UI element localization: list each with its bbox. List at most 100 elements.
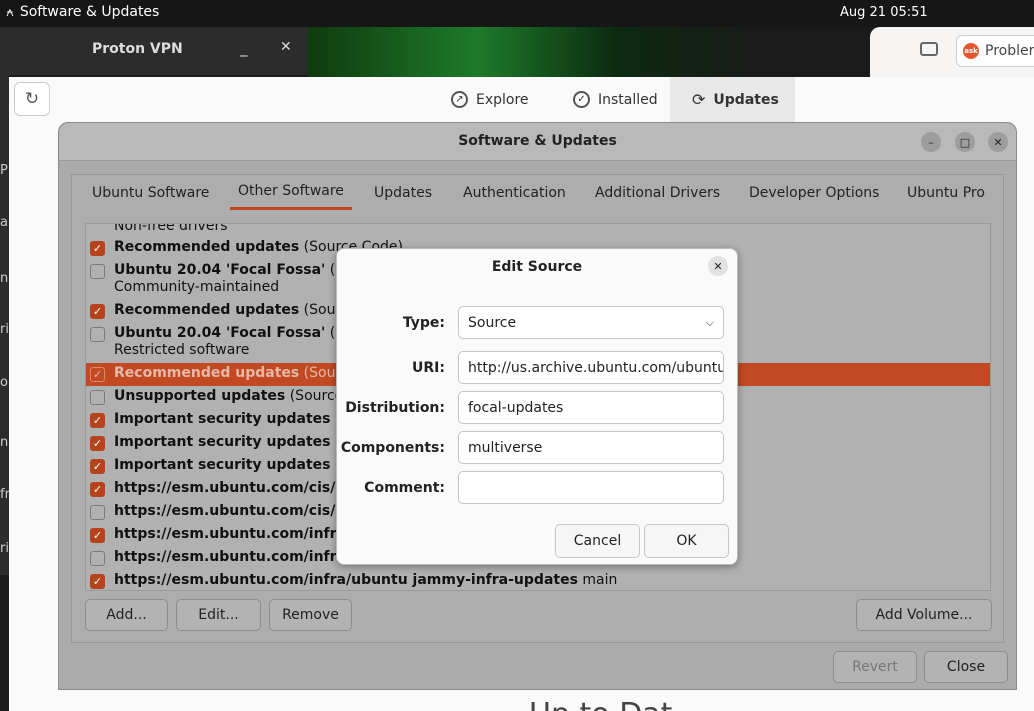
clock[interactable]: Aug 21 05:51 — [840, 5, 928, 20]
browser-tab-label: Probler — [985, 43, 1034, 59]
tab-installed-label: Installed — [598, 91, 658, 108]
source-detail: Non-free drivers — [114, 223, 228, 234]
source-checkbox[interactable] — [90, 551, 105, 566]
comment-field[interactable] — [458, 471, 724, 504]
source-name: https://esm.ubuntu.com/infra/u — [114, 549, 362, 565]
tab-explore[interactable]: ↗ Explore — [429, 77, 551, 122]
source-subtitle: Restricted software — [114, 342, 250, 358]
list-item-text: https://esm.ubuntu.com/cis/ubu — [114, 480, 365, 496]
tab-ubuntu-software[interactable]: Ubuntu Software — [84, 175, 217, 210]
add-volume-button[interactable]: Add Volume... — [856, 599, 992, 631]
source-checkbox[interactable] — [90, 264, 105, 279]
minimize-button[interactable]: – — [921, 132, 941, 152]
source-name: Important security updates — [114, 434, 331, 450]
archive-icon[interactable] — [920, 42, 938, 56]
source-checkbox[interactable]: ✓ — [90, 367, 105, 382]
list-item-text: https://esm.ubuntu.com/cis/ubu — [114, 503, 365, 519]
list-item[interactable]: ✓ https://esm.ubuntu.com/infra/ubuntu jam… — [86, 570, 990, 590]
distribution-field[interactable]: focal-updates — [458, 391, 724, 424]
source-checkbox[interactable]: ✓ — [90, 574, 105, 589]
edit-source-dialog: Edit Source ✕ Type: Source ⌵ URI: http:/… — [336, 248, 738, 565]
edit-button[interactable]: Edit... — [176, 599, 261, 631]
type-value: Source — [468, 314, 517, 331]
dialog-header: Software & Updates – □ ✕ — [59, 123, 1016, 161]
list-item-text: Important security updates (Sou — [114, 457, 367, 473]
app-title: Software & Updates — [19, 4, 160, 20]
tab-other-software[interactable]: Other Software — [230, 175, 352, 210]
close-edit-button[interactable]: ✕ — [708, 256, 728, 276]
refresh-icon: ↻ — [24, 89, 40, 109]
ask-ubuntu-icon: ask — [963, 43, 979, 59]
list-item-text: https://esm.ubuntu.com/infra/ubuntu jamm… — [114, 572, 617, 588]
check-circle-icon: ✓ — [573, 91, 590, 108]
close-icon: ✕ — [993, 135, 1003, 149]
app-menu[interactable]: ⍲ Software & Updates — [6, 4, 159, 20]
tab-ubuntu-pro[interactable]: Ubuntu Pro — [899, 175, 993, 210]
tab-developer-options[interactable]: Developer Options — [741, 175, 887, 210]
ok-button[interactable]: OK — [644, 524, 729, 558]
source-checkbox[interactable] — [90, 505, 105, 520]
source-checkbox[interactable] — [90, 327, 105, 342]
close-icon[interactable]: ✕ — [280, 39, 292, 55]
comment-label: Comment: — [364, 480, 445, 496]
maximize-button[interactable]: □ — [955, 132, 975, 152]
minimize-icon[interactable]: _ — [240, 39, 248, 57]
source-name: Recommended updates — [114, 365, 300, 381]
background-text: ri — [0, 541, 9, 556]
uri-label: URI: — [412, 360, 445, 376]
list-item-text: Important security updates (Sou — [114, 434, 367, 450]
top-bar: ⍲ Software & Updates Aug 21 05:51 — [0, 0, 1034, 27]
chevron-down-icon: ⌵ — [705, 315, 714, 329]
source-checkbox[interactable]: ✓ — [90, 413, 105, 428]
cancel-button[interactable]: Cancel — [555, 524, 640, 558]
vpn-title: Proton VPN — [92, 41, 183, 57]
refresh-button[interactable]: ↻ — [14, 82, 50, 116]
close-icon: ✕ — [713, 259, 723, 273]
tab-additional-drivers[interactable]: Additional Drivers — [587, 175, 728, 210]
source-checkbox[interactable] — [90, 390, 105, 405]
list-item-text: Recommended updates (Source C — [114, 365, 371, 381]
type-dropdown[interactable]: Source ⌵ — [458, 306, 724, 339]
tab-updates[interactable]: ⟳ Updates — [670, 77, 795, 122]
dialog-title: Software & Updates — [458, 133, 617, 149]
source-name: Recommended updates — [114, 239, 300, 255]
source-subtitle: Community-maintained — [114, 279, 280, 295]
source-checkbox[interactable]: ✓ — [90, 304, 105, 319]
tab-updates-label: Updates — [713, 91, 779, 108]
revert-button[interactable]: Revert — [833, 651, 917, 683]
source-name: Ubuntu 20.04 'Focal Fossa' — [114, 325, 326, 341]
close-button[interactable]: ✕ — [988, 132, 1008, 152]
list-item-text: Recommended updates (Source C — [114, 302, 371, 318]
source-checkbox[interactable]: ✓ — [90, 459, 105, 474]
tab-authentication[interactable]: Authentication — [455, 175, 574, 210]
list-item-text: Important security updates (Sou — [114, 411, 367, 427]
compass-icon: ↗ — [451, 91, 468, 108]
desktop-background — [308, 27, 870, 77]
type-label: Type: — [402, 315, 445, 331]
components-field[interactable]: multiverse — [458, 431, 724, 464]
source-checkbox[interactable]: ✓ — [90, 528, 105, 543]
list-item-text: Ubuntu 20.04 'Focal Fossa' (Sour — [114, 325, 367, 341]
source-name: Recommended updates — [114, 302, 300, 318]
proton-vpn-window: Proton VPN _ ✕ — [0, 27, 308, 75]
background-text: n — [0, 435, 9, 450]
background-text: a — [0, 215, 8, 230]
source-name: https://esm.ubuntu.com/infra/u — [114, 526, 362, 542]
browser-tab[interactable]: ask Probler — [956, 35, 1034, 67]
tab-explore-label: Explore — [476, 91, 529, 108]
tab-installed[interactable]: ✓ Installed — [551, 77, 680, 122]
tab-updates[interactable]: Updates — [366, 175, 440, 210]
close-dialog-button[interactable]: Close — [924, 651, 1008, 683]
list-item-text: https://esm.ubuntu.com/infra/u — [114, 526, 361, 542]
list-item-text: https://esm.ubuntu.com/infra/u — [114, 549, 361, 565]
add-button[interactable]: Add... — [85, 599, 168, 631]
background-window-strip: Panriolnfrari — [0, 75, 18, 575]
source-checkbox[interactable]: ✓ — [90, 241, 105, 256]
source-checkbox[interactable]: ✓ — [90, 482, 105, 497]
remove-button[interactable]: Remove — [269, 599, 352, 631]
uri-field[interactable]: http://us.archive.ubuntu.com/ubuntu — [458, 351, 724, 384]
source-name: https://esm.ubuntu.com/infra/ubuntu jamm… — [114, 572, 578, 588]
source-checkbox[interactable]: ✓ — [90, 436, 105, 451]
source-detail: main — [577, 572, 618, 588]
sync-icon: ⟳ — [692, 90, 706, 109]
